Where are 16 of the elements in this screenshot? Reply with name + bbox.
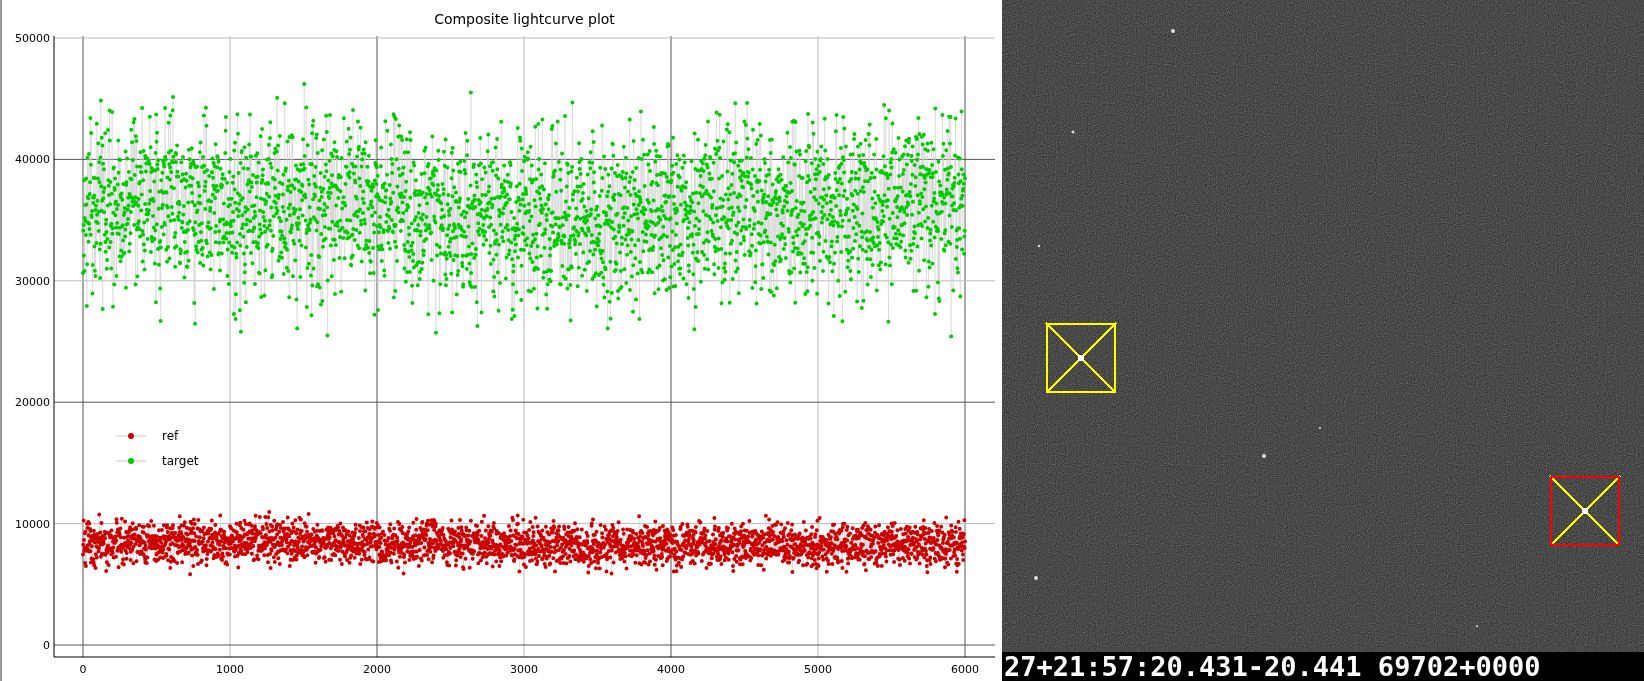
y-tick-label: 30000	[15, 274, 50, 288]
x-tick-label: 2000	[363, 663, 391, 676]
y-tick-label: 50000	[15, 32, 50, 45]
legend-label: ref	[162, 429, 179, 443]
y-tick-label: 0	[43, 639, 50, 652]
x-tick-label: 3000	[510, 663, 538, 676]
y-tick-label: 10000	[15, 517, 50, 531]
y-tick-label: 40000	[15, 153, 50, 167]
x-tick-label: 5000	[804, 663, 832, 676]
x-tick-label: 1000	[216, 663, 244, 676]
x-tick-label: 0	[79, 663, 87, 676]
x-tick-label: 4000	[657, 663, 685, 676]
x-tick-label: 6000	[951, 663, 979, 676]
legend-label: target	[162, 454, 199, 468]
y-tick-label: 20000	[15, 396, 50, 410]
chart-title: Composite lightcurve plot	[434, 11, 615, 27]
